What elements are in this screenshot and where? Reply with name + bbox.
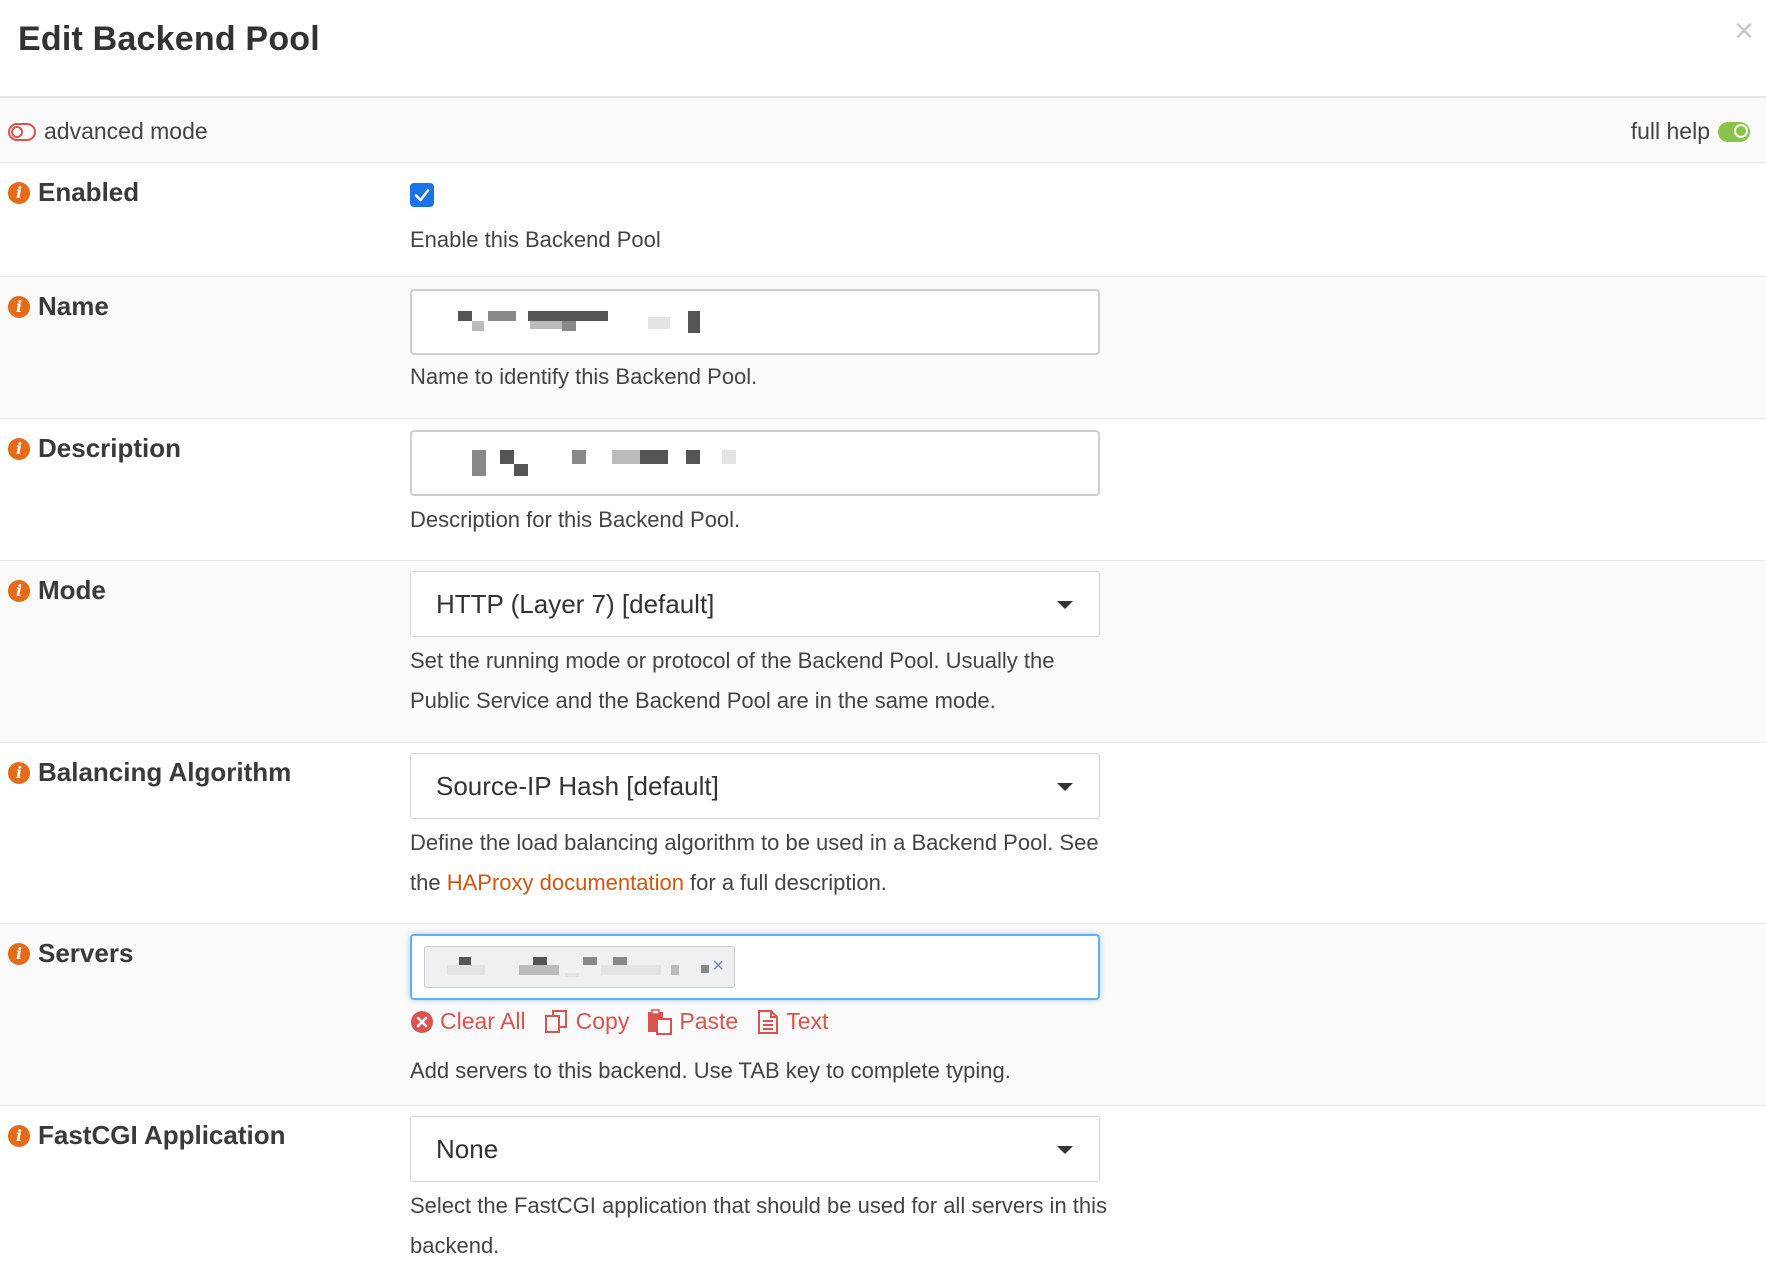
times-circle-icon <box>411 1010 433 1033</box>
text-label: Text <box>786 1008 829 1034</box>
remove-tag-icon[interactable]: × <box>712 955 724 978</box>
mode-toggle-bar: advanced mode full help <box>0 98 1766 163</box>
info-icon[interactable]: i <box>8 761 30 784</box>
chevron-down-icon <box>1057 1146 1073 1154</box>
paste-button[interactable]: Paste <box>647 1008 738 1035</box>
name-label-text: Name <box>38 291 109 321</box>
file-text-icon <box>758 1009 779 1034</box>
enabled-label-text: Enabled <box>38 177 140 207</box>
chevron-down-icon <box>1057 783 1073 791</box>
servers-row: i Servers × Clear All Copy Paste Text Ad… <box>0 924 1766 1106</box>
modal-header: Edit Backend Pool × <box>0 0 1766 98</box>
mode-label-text: Mode <box>38 575 106 605</box>
balancing-algorithm-label-text: Balancing Algorithm <box>38 757 292 787</box>
name-input[interactable] <box>410 289 1100 355</box>
copy-label: Copy <box>575 1008 630 1034</box>
info-icon[interactable]: i <box>8 295 30 318</box>
chevron-down-icon <box>1057 601 1073 609</box>
toggle-off-icon <box>8 122 36 141</box>
description-row: i Description Description for this Backe… <box>0 419 1766 561</box>
advanced-mode-toggle[interactable]: advanced mode <box>8 118 208 145</box>
enabled-label: i Enabled <box>8 177 139 208</box>
balancing-algorithm-help: Define the load balancing algorithm to b… <box>410 823 1110 903</box>
edit-backend-pool-dialog: Edit Backend Pool × advanced mode full h… <box>0 0 1766 1274</box>
clear-all-button[interactable]: Clear All <box>410 1008 526 1035</box>
mode-selected-value: HTTP (Layer 7) [default] <box>436 589 715 619</box>
mode-help: Set the running mode or protocol of the … <box>410 648 1055 713</box>
info-icon[interactable]: i <box>8 437 30 460</box>
description-input[interactable] <box>410 430 1100 496</box>
modal-title: Edit Backend Pool <box>18 20 320 58</box>
info-icon[interactable]: i <box>8 942 30 965</box>
info-icon[interactable]: i <box>8 579 30 602</box>
fastcgi-selected-value: None <box>436 1134 499 1164</box>
paste-label: Paste <box>679 1008 739 1034</box>
description-help: Description for this Backend Pool. <box>410 507 741 532</box>
full-help-toggle[interactable]: full help <box>1631 118 1750 145</box>
name-row: i Name Name to identify this Backend Poo… <box>0 277 1766 419</box>
fastcgi-label-text: FastCGI Application <box>38 1120 286 1150</box>
text-button[interactable]: Text <box>756 1008 828 1035</box>
copy-button[interactable]: Copy <box>544 1008 630 1035</box>
mode-select[interactable]: HTTP (Layer 7) [default] <box>410 571 1100 637</box>
name-help: Name to identify this Backend Pool. <box>410 364 758 389</box>
paste-icon <box>648 1008 673 1035</box>
balancing-algorithm-row: i Balancing Algorithm Source-IP Hash [de… <box>0 743 1766 924</box>
close-icon[interactable]: × <box>1734 14 1754 48</box>
fastcgi-help: Select the FastCGI application that shou… <box>410 1193 1108 1258</box>
balancing-algorithm-select[interactable]: Source-IP Hash [default] <box>410 753 1100 819</box>
enabled-checkbox[interactable] <box>410 183 434 207</box>
fastcgi-label: i FastCGI Application <box>8 1120 286 1151</box>
toggle-on-icon <box>1718 121 1750 142</box>
name-label: i Name <box>8 291 109 322</box>
description-label-text: Description <box>38 433 182 463</box>
server-tag[interactable]: × <box>424 946 735 988</box>
info-icon[interactable]: i <box>8 1124 30 1147</box>
fastcgi-row: i FastCGI Application None Select the Fa… <box>0 1106 1766 1274</box>
mode-row: i Mode HTTP (Layer 7) [default] Set the … <box>0 561 1766 743</box>
advanced-mode-label: advanced mode <box>44 118 208 144</box>
info-icon[interactable]: i <box>8 181 30 204</box>
servers-label: i Servers <box>8 938 133 969</box>
balancing-algorithm-selected-value: Source-IP Hash [default] <box>436 771 719 801</box>
enabled-help: Enable this Backend Pool <box>410 227 661 252</box>
fastcgi-select[interactable]: None <box>410 1116 1100 1182</box>
haproxy-documentation-link[interactable]: HAProxy documentation <box>447 870 684 895</box>
description-label: i Description <box>8 433 181 464</box>
clear-all-label: Clear All <box>440 1008 526 1034</box>
enabled-row: i Enabled Enable this Backend Pool <box>0 163 1766 277</box>
help-text-after: for a full description. <box>683 870 887 895</box>
balancing-algorithm-label: i Balancing Algorithm <box>8 757 291 788</box>
servers-label-text: Servers <box>38 938 134 968</box>
copy-icon <box>544 1009 567 1033</box>
servers-help: Add servers to this backend. Use TAB key… <box>410 1058 1011 1083</box>
full-help-label: full help <box>1630 118 1710 144</box>
servers-tags-input[interactable]: × <box>410 934 1100 1000</box>
servers-actions: Clear All Copy Paste Text <box>410 1008 846 1035</box>
checkmark-icon <box>414 189 430 202</box>
mode-label: i Mode <box>8 575 106 606</box>
